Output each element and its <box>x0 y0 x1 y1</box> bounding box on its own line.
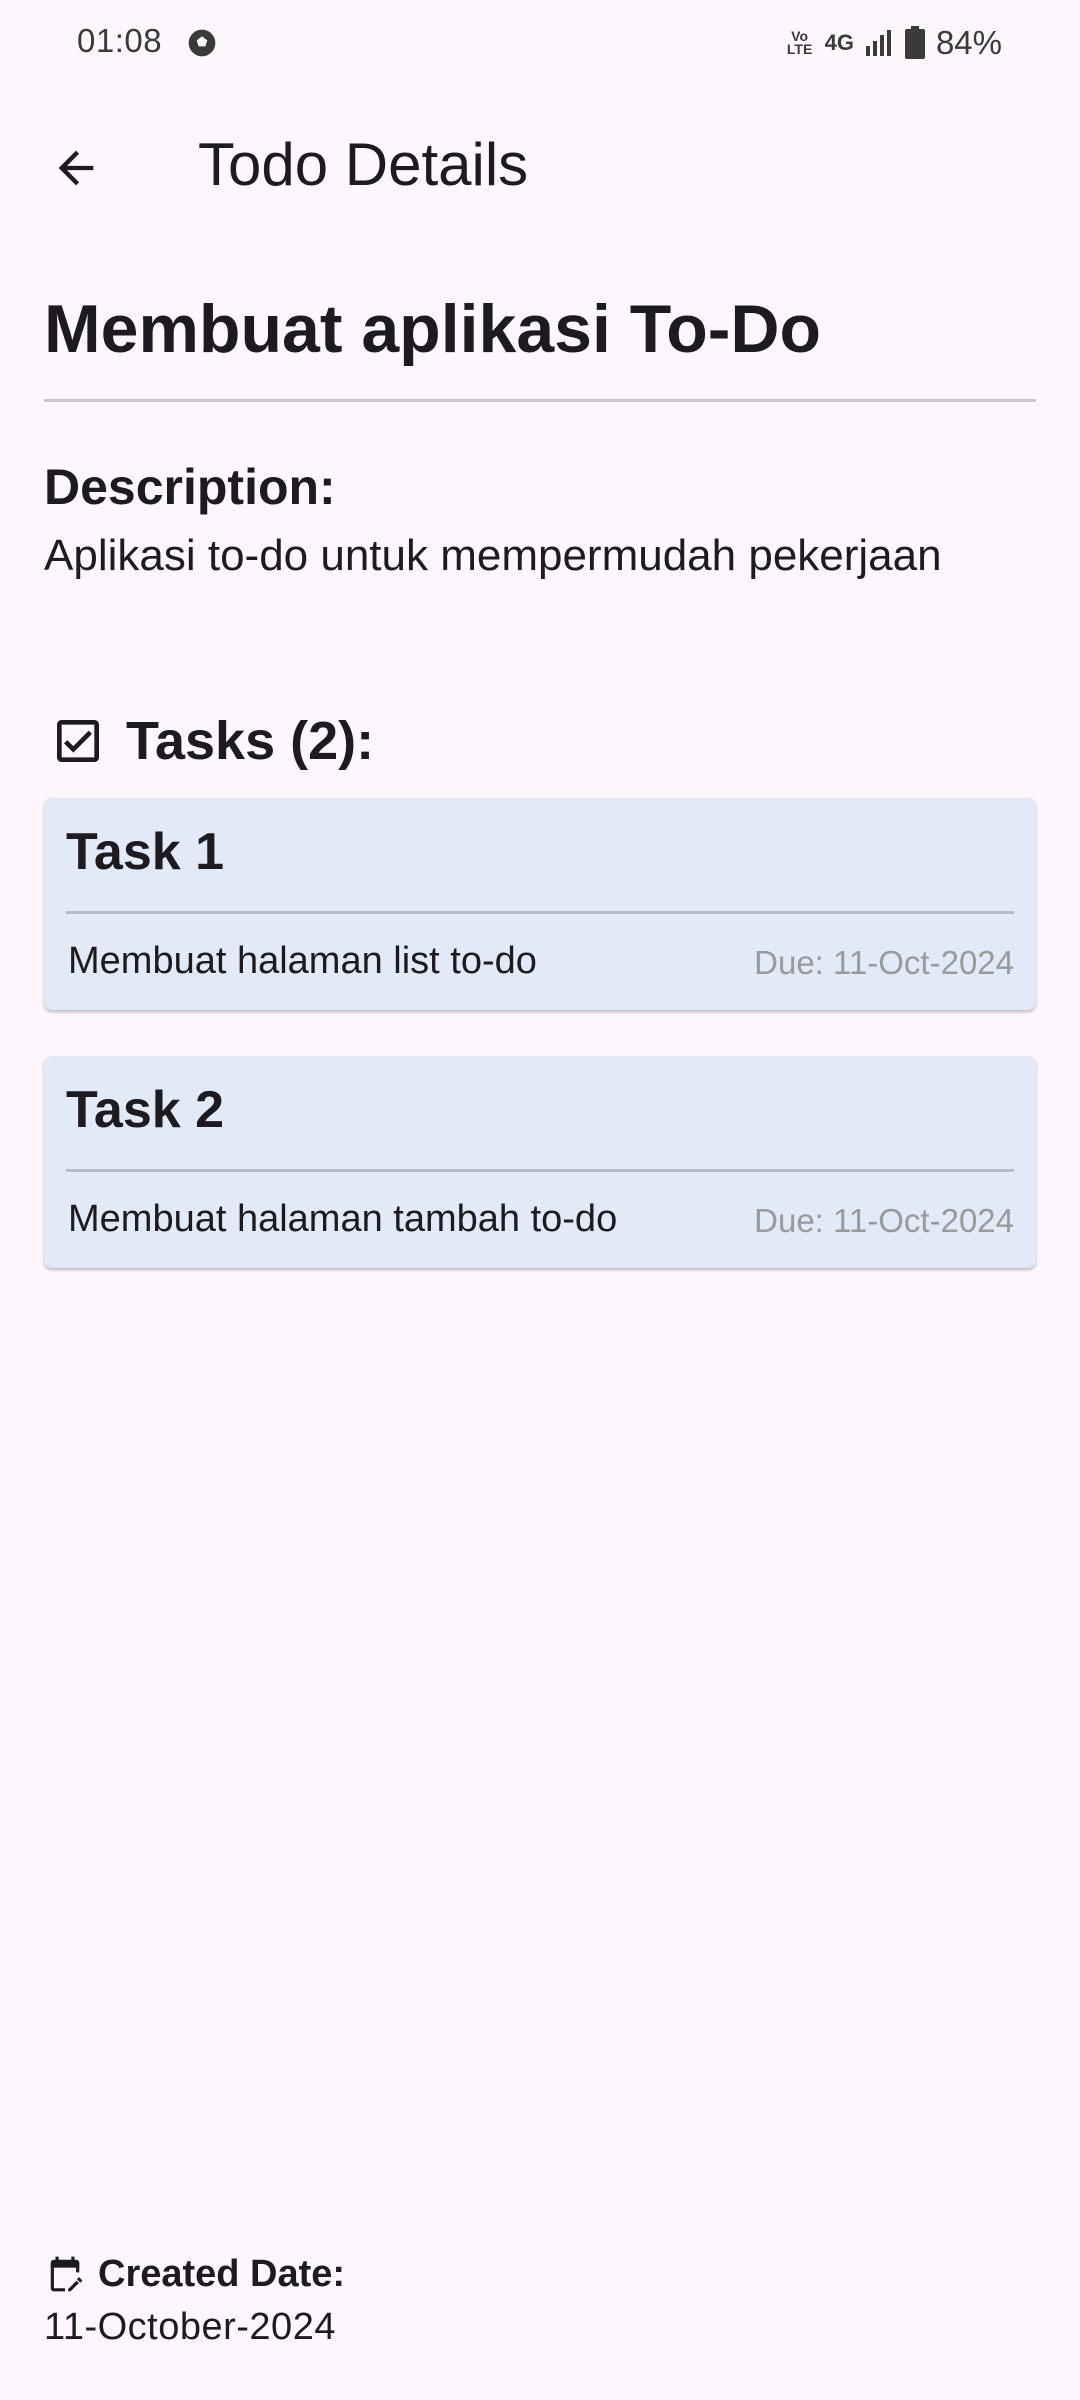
task-due-date: Due: 11-Oct-2024 <box>754 1202 1014 1239</box>
task-divider <box>66 1169 1014 1172</box>
soccer-ball-icon <box>188 29 216 57</box>
status-bar: 01:08 Vo LTE 4G 84% <box>0 0 1080 88</box>
description-label: Description: <box>44 459 336 515</box>
battery-icon <box>904 26 925 59</box>
arrow-back-icon <box>58 150 94 186</box>
task-card[interactable]: Task 1 Membuat halaman list to-do Due: 1… <box>44 798 1036 1010</box>
created-date-heading: Created Date: <box>46 2246 345 2302</box>
status-time: 01:08 <box>77 22 163 59</box>
description-text: Aplikasi to-do untuk mempermudah pekerja… <box>44 531 942 580</box>
task-description: Membuat halaman tambah to-do <box>68 1198 618 1240</box>
page-title: Todo Details <box>198 131 529 198</box>
task-name: Task 2 <box>66 1081 225 1139</box>
title-divider <box>44 399 1036 402</box>
back-button[interactable] <box>40 132 112 204</box>
tasks-label: Tasks (2): <box>126 711 375 771</box>
task-divider <box>66 911 1014 914</box>
volte-icon: Vo LTE <box>786 28 813 57</box>
checkbox-icon <box>57 720 99 762</box>
tasks-heading: Tasks (2): <box>50 706 374 776</box>
todo-title: Membuat aplikasi To-Do <box>44 291 822 367</box>
task-description: Membuat halaman list to-do <box>68 940 537 982</box>
created-date-label: Created Date: <box>98 2252 346 2295</box>
signal-icon <box>865 30 891 56</box>
app-bar: Todo Details <box>0 112 1080 218</box>
status-right-group: Vo LTE 4G 84% <box>785 22 1002 64</box>
created-date-value: 11-October-2024 <box>44 2306 336 2348</box>
calendar-edit-icon <box>50 2256 83 2292</box>
task-card[interactable]: Task 2 Membuat halaman tambah to-do Due:… <box>44 1056 1036 1268</box>
task-name: Task 1 <box>66 823 225 881</box>
network-type: 4G <box>824 30 854 55</box>
task-due-date: Due: 11-Oct-2024 <box>754 944 1014 981</box>
battery-percent: 84% <box>935 24 1002 61</box>
